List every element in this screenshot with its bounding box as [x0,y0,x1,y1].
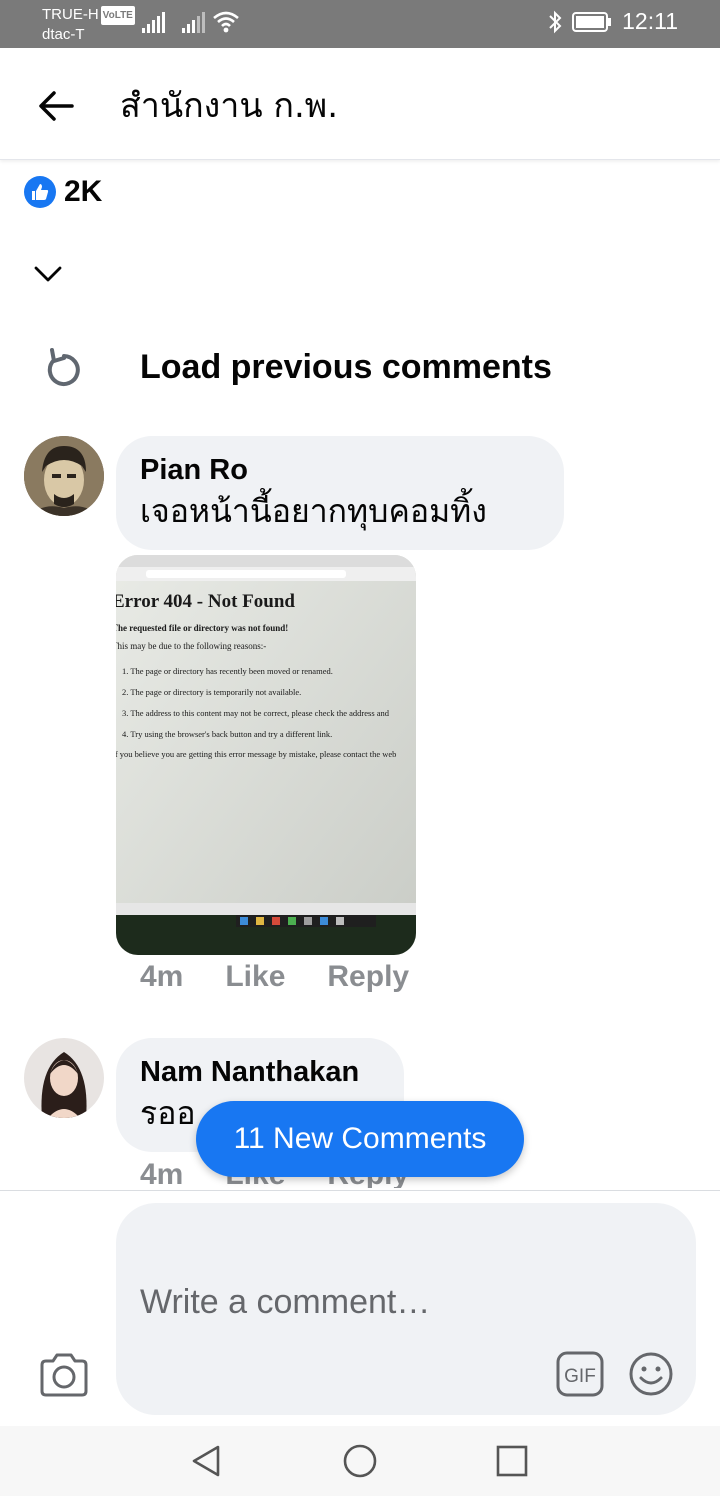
reaction-summary[interactable]: 2K [24,175,102,209]
battery-icon [572,11,612,32]
photo-reason: 1. The page or directory has recently be… [122,666,333,676]
avatar[interactable] [24,436,104,516]
comment-input-placeholder: Write a comment… [140,1283,431,1321]
reply-button[interactable]: Reply [327,960,409,994]
photo-reason: 4. Try using the browser's back button a… [122,729,333,739]
comment-time: 4m [140,1158,184,1188]
photo-footer: If you believe you are getting this erro… [116,749,397,759]
photo-line-1: The requested file or directory was not … [116,623,289,633]
refresh-icon [47,348,80,386]
photo-line-2: This may be due to the following reasons… [116,641,267,651]
comment-text: เจอหน้านี้อยากทุบคอมทิ้ง [140,492,487,530]
wifi-icon [213,11,239,33]
photo-reason: 3. The address to this content may not b… [122,708,390,718]
like-button[interactable]: Like [225,960,285,994]
emoji-icon[interactable] [628,1351,674,1397]
avatar[interactable] [24,1038,104,1118]
load-previous-label: Load previous comments [140,348,552,386]
photo-reason: 2. The page or directory is temporarily … [122,687,302,697]
photo-reasons: 1. The page or directory has recently be… [122,661,416,745]
comment-photo[interactable]: Error 404 - Not Found The requested file… [116,555,416,955]
volte-badge: VoLTE [100,6,135,25]
gif-label: GIF [564,1366,596,1387]
comment-composer: Write a comment… GIF [0,1190,720,1426]
status-bar: TRUE-H VoLTE dtac-T 12:11 [0,0,720,48]
comment-actions: 4m Like Reply [140,960,451,994]
nav-recents-icon[interactable] [494,1443,530,1479]
photo-heading: Error 404 - Not Found [116,591,295,612]
chevron-down-icon[interactable] [32,258,64,290]
back-arrow-icon[interactable] [34,84,78,128]
comment-input[interactable]: Write a comment… GIF [116,1203,696,1415]
comment-time: 4m [140,960,184,993]
clock: 12:11 [622,8,678,34]
signal-icon [142,12,165,33]
comment-bubble[interactable]: Pian Ro เจอหน้านี้อยากทุบคอมทิ้ง [116,436,564,550]
nav-back-icon[interactable] [188,1443,224,1479]
carrier-name-2: dtac-T [42,26,85,43]
system-nav-bar [0,1426,720,1496]
nav-home-icon[interactable] [342,1443,378,1479]
gif-button[interactable]: GIF [556,1351,604,1397]
gif-icon: GIF [556,1351,604,1397]
carrier-name-1: TRUE-H [42,6,99,23]
status-right: 12:11 [548,8,678,35]
top-header: สำนักงาน ก.พ. [0,48,720,160]
load-previous-comments-button[interactable]: Load previous comments [40,340,660,400]
carrier-info: TRUE-H VoLTE dtac-T [42,5,135,44]
page-title: สำนักงาน ก.พ. [120,86,339,126]
avatar-image [24,1038,104,1118]
reaction-count: 2K [64,175,103,208]
like-reaction-icon [24,176,56,208]
comment-author[interactable]: Nam Nanthakan [140,1054,380,1090]
signal-icon-2 [182,12,205,33]
avatar-image [24,436,104,516]
camera-icon[interactable] [38,1351,90,1399]
new-comments-button[interactable]: 11 New Comments [196,1101,524,1177]
comment-author[interactable]: Pian Ro [140,452,540,488]
bluetooth-icon [549,10,562,33]
photo-text: Error 404 - Not Found The requested file… [116,591,416,759]
